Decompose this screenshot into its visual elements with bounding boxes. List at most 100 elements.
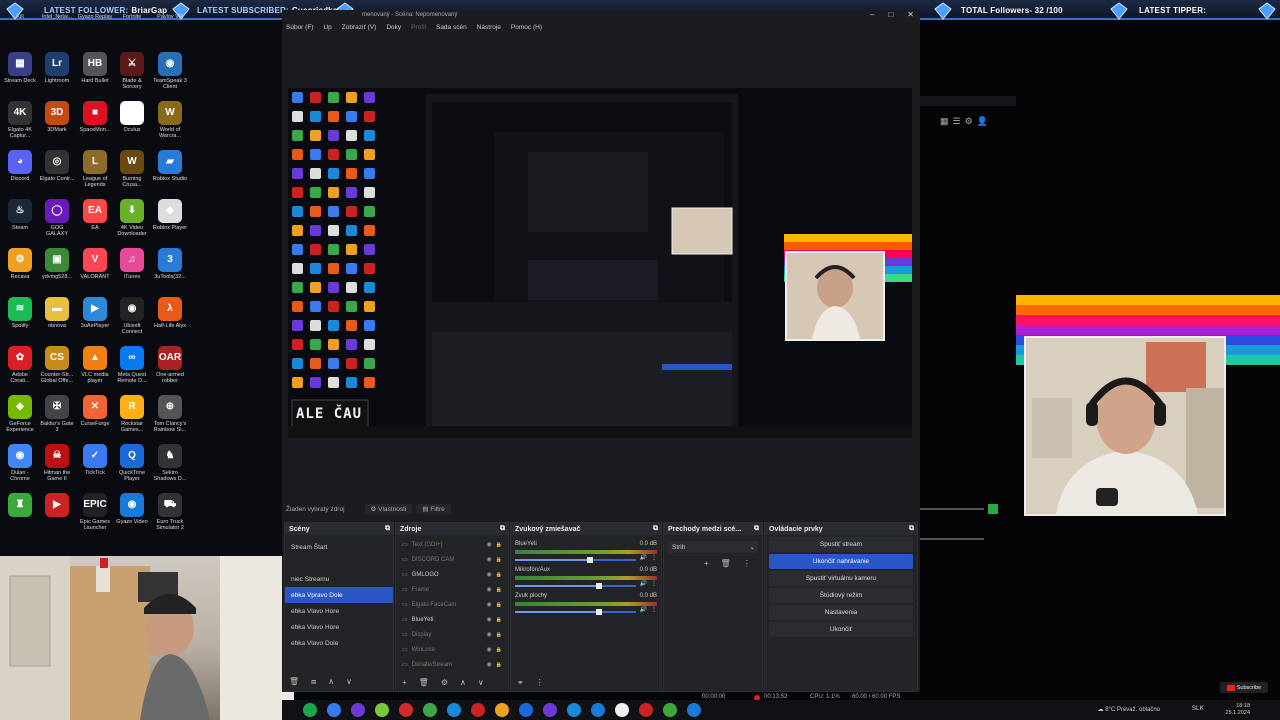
- desktop-icon[interactable]: ✿ Adobe Creati...: [2, 346, 38, 384]
- control-button[interactable]: Spustiť stream: [769, 537, 913, 552]
- volume-slider[interactable]: [515, 583, 636, 589]
- desktop-icon[interactable]: ■ SpaceMon...: [77, 101, 113, 133]
- desktop-icon[interactable]: ▦ Stream Deck: [2, 52, 38, 84]
- desktop-icon[interactable]: λ Half-Life Alyx: [152, 297, 188, 329]
- desktop-icon[interactable]: ◉ TeamSpeak 3 Client: [152, 52, 188, 90]
- obs-preview-canvas[interactable]: ALE ČAU: [288, 88, 912, 438]
- control-button[interactable]: Ukončiť: [769, 622, 913, 637]
- desktop-icon[interactable]: ✓ TickTick: [77, 444, 113, 476]
- desktop-icon[interactable]: ⛟ Euro Truck Simulator 2: [152, 493, 188, 531]
- desktop-icon[interactable]: ∞ Meta Quest Remote D...: [114, 346, 150, 384]
- desktop-icon[interactable]: ▬ obnova: [39, 297, 75, 329]
- undock-icon[interactable]: ⧉: [754, 525, 759, 533]
- visibility-eye-icon[interactable]: ◉: [487, 556, 492, 563]
- more-icon[interactable]: ⋮: [651, 580, 657, 587]
- taskbar-app-icon[interactable]: [519, 703, 533, 717]
- desktop-icon[interactable]: ⬇ 4K Video Downloader: [114, 199, 150, 237]
- desktop-icon[interactable]: ⚙ Recava: [2, 248, 38, 280]
- desktop-icon[interactable]: ▣ ydvmg528...: [39, 248, 75, 280]
- desktop-icon[interactable]: 3D 3DMark: [39, 101, 75, 133]
- lock-icon[interactable]: 🔒: [496, 542, 502, 548]
- menu-item[interactable]: Sada scén: [436, 24, 467, 31]
- menu-item[interactable]: Pomoc (H): [511, 24, 542, 31]
- source-item[interactable]: ▭ GMLOGO ◉ 🔒: [396, 567, 508, 582]
- visibility-eye-icon[interactable]: ◉: [487, 541, 492, 548]
- lock-icon[interactable]: 🔒: [496, 602, 502, 608]
- desktop-icon[interactable]: R Rockstar Games...: [114, 395, 150, 433]
- source-item[interactable]: ▭ Donate/Stream ◉ 🔒: [396, 657, 508, 672]
- taskbar-app-icon[interactable]: [351, 703, 365, 717]
- scene-item[interactable]: Stream Štart: [285, 539, 393, 555]
- speaker-icon[interactable]: 🔊: [640, 606, 647, 613]
- properties-button[interactable]: ⚙ Vlastnosti: [364, 504, 413, 514]
- close-icon[interactable]: ✕: [907, 10, 914, 19]
- desktop-icon[interactable]: ◈ GeForce Experience: [2, 395, 38, 433]
- source-item[interactable]: ▭ Display ◉ 🔒: [396, 627, 508, 642]
- remove-icon[interactable]: 🗑: [721, 559, 731, 568]
- desktop-icon[interactable]: ☠ Hitman the Game II: [39, 444, 75, 482]
- lock-icon[interactable]: 🔒: [496, 557, 502, 563]
- desktop-icon[interactable]: ◯ Oculus: [114, 101, 150, 133]
- volume-slider[interactable]: [515, 557, 636, 563]
- more-icon[interactable]: ⋮: [743, 559, 751, 568]
- visibility-eye-icon[interactable]: ◉: [487, 661, 492, 668]
- visibility-eye-icon[interactable]: ◉: [487, 646, 492, 653]
- lock-icon[interactable]: 🔒: [496, 572, 502, 578]
- desktop-icon[interactable]: EA EA: [77, 199, 113, 231]
- lock-icon[interactable]: 🔒: [496, 662, 502, 668]
- menu-item[interactable]: Súbor (F): [286, 24, 313, 31]
- link-icon[interactable]: ⚭: [517, 678, 524, 687]
- desktop-icon[interactable]: W Burning Crusa...: [114, 150, 150, 188]
- speaker-icon[interactable]: 🔊: [640, 580, 647, 587]
- weather-widget[interactable]: ☁ 8°C Prevaž. oblačno: [1098, 706, 1160, 713]
- lock-icon[interactable]: 🔒: [496, 617, 502, 623]
- undock-icon[interactable]: ⧉: [909, 525, 914, 533]
- control-button[interactable]: Ukončiť nahrávanie: [769, 554, 913, 569]
- desktop-icon[interactable]: ♨ Steam: [2, 199, 38, 231]
- menu-item[interactable]: Nástroje: [477, 24, 501, 31]
- desktop-icon[interactable]: Kill: [2, 12, 38, 20]
- volume-slider[interactable]: [515, 609, 636, 615]
- taskbar-app-icon[interactable]: [591, 703, 605, 717]
- menu-item[interactable]: Profil: [411, 24, 426, 31]
- taskbar-app-icon[interactable]: [495, 703, 509, 717]
- desktop-icon[interactable]: ◆ Roblox Player: [152, 199, 188, 231]
- desktop-icon[interactable]: ✠ Baldur's Gate 3: [39, 395, 75, 433]
- add-icon[interactable]: +: [402, 678, 407, 687]
- desktop-icon[interactable]: OAR One-armed robber: [152, 346, 188, 384]
- source-item[interactable]: ▭ DISCORD CAM ◉ 🔒: [396, 552, 508, 567]
- desktop-icon[interactable]: V VALORANT: [77, 248, 113, 280]
- maximize-icon[interactable]: □: [888, 10, 893, 19]
- desktop-icon[interactable]: Fortnite: [114, 12, 150, 20]
- desktop-icon[interactable]: ▶ 3uAirPlayer: [77, 297, 113, 329]
- up-icon[interactable]: ∧: [460, 678, 466, 687]
- desktop-icon[interactable]: ✕ CurseForge: [77, 395, 113, 427]
- system-clock[interactable]: 18:18 25.1.2024: [1226, 703, 1250, 717]
- undock-icon[interactable]: ⧉: [385, 525, 390, 533]
- taskbar-app-icon[interactable]: [687, 703, 701, 717]
- filter-icon[interactable]: ⧈: [311, 677, 316, 687]
- desktop-icon[interactable]: ♫ iTunes: [114, 248, 150, 280]
- visibility-eye-icon[interactable]: ◉: [487, 601, 492, 608]
- filters-button[interactable]: ▤ Filtre: [416, 504, 451, 514]
- up-icon[interactable]: ∧: [328, 677, 334, 687]
- undock-icon[interactable]: ⧉: [500, 525, 505, 533]
- visibility-eye-icon[interactable]: ◉: [487, 586, 492, 593]
- desktop-icon[interactable]: ◯ GOG GALAXY: [39, 199, 75, 237]
- scene-item[interactable]: [285, 555, 393, 571]
- visibility-eye-icon[interactable]: ◉: [487, 631, 492, 638]
- desktop-icon[interactable]: ◉ Gyazo Video: [114, 493, 150, 525]
- taskbar-app-icon[interactable]: [327, 703, 341, 717]
- undock-icon[interactable]: ⧉: [653, 525, 658, 533]
- desktop-icon[interactable]: ▰ Roblox Studio: [152, 150, 188, 182]
- desktop-icon[interactable]: W World of Warcra...: [152, 101, 188, 139]
- desktop-icon[interactable]: Lr Lightroom: [39, 52, 75, 84]
- visibility-eye-icon[interactable]: ◉: [487, 571, 492, 578]
- taskbar-app-icon[interactable]: [447, 703, 461, 717]
- lock-icon[interactable]: 🔒: [496, 647, 502, 653]
- control-button[interactable]: Nastavenia: [769, 605, 913, 620]
- desktop-icon[interactable]: ◎ Elgato Contr...: [39, 150, 75, 182]
- desktop-icon[interactable]: Q QuickTime Player: [114, 444, 150, 482]
- source-item[interactable]: ▭ Frame ◉ 🔒: [396, 582, 508, 597]
- scene-item[interactable]: niec Streamu: [285, 571, 393, 587]
